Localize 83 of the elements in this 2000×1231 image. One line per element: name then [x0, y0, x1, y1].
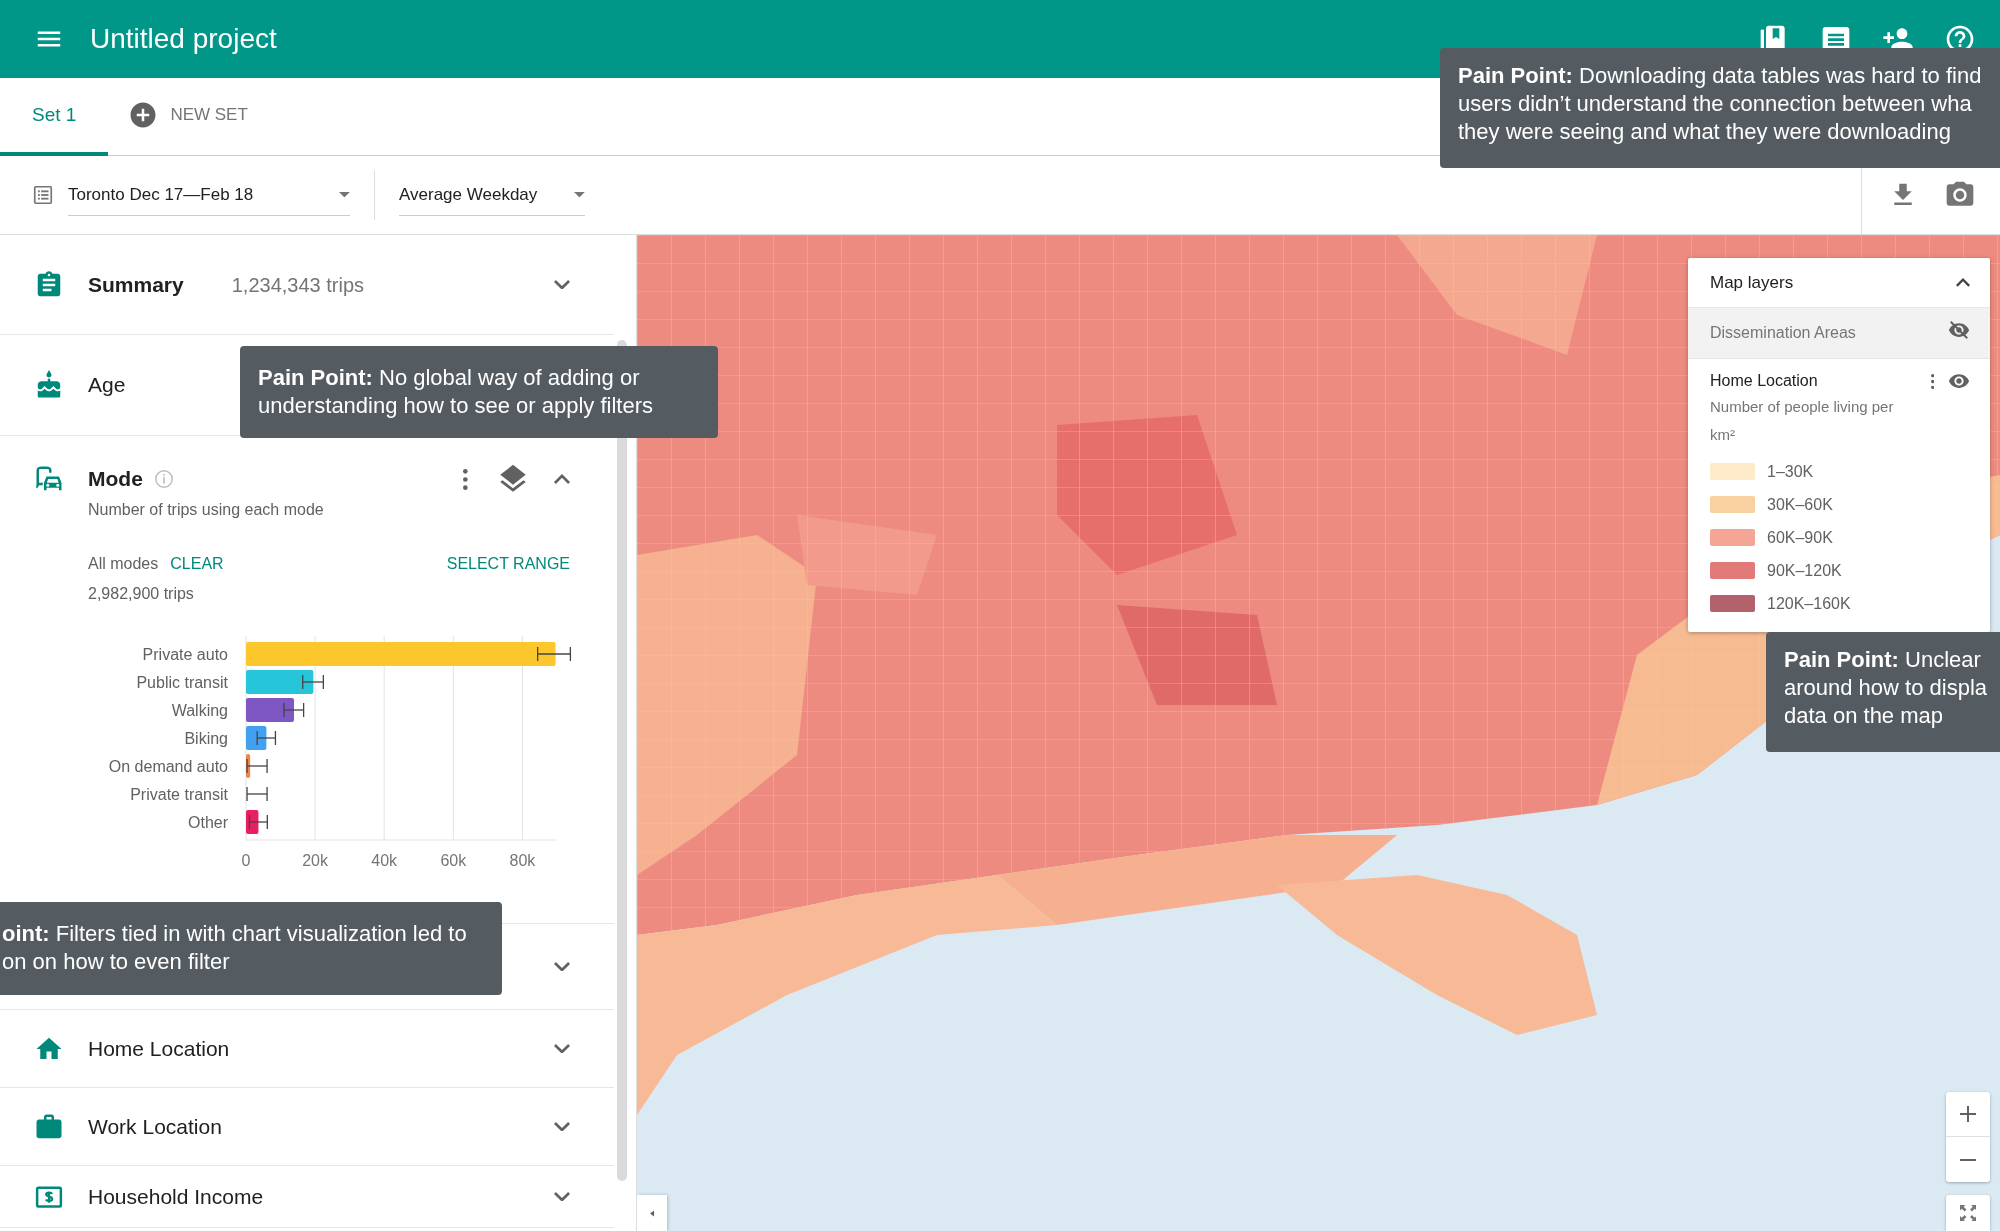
section-title: Mode	[88, 466, 143, 493]
visibility-toggle[interactable]	[1948, 318, 1970, 341]
chevron-up-icon	[554, 474, 570, 484]
error-bar	[246, 786, 268, 802]
plus-icon	[1960, 1106, 1976, 1122]
section-title: Home Location	[88, 1035, 230, 1062]
pain-point-tooltip: Pain Point: Downloading data tables was hard to find users didn’t understand the connection between wha they were seeing and what they were downloading	[1440, 48, 2000, 168]
axis-tick-label: 0	[241, 852, 251, 869]
project-title: Untitled project	[90, 22, 277, 56]
bar	[246, 670, 314, 694]
axis-tick-label: 40k	[371, 852, 398, 869]
vertical-dots-icon	[463, 468, 468, 490]
axis-tick-label: 80k	[509, 852, 536, 869]
chevron-down-icon	[554, 961, 570, 972]
section-title: Summary	[88, 271, 184, 298]
more-options-button[interactable]	[463, 468, 468, 490]
vertical-dots-icon	[1930, 373, 1934, 389]
collapse-button[interactable]	[1956, 278, 1970, 287]
bar	[246, 726, 267, 750]
error-bar	[246, 758, 268, 774]
layer-name: Home Location	[1710, 371, 1818, 391]
legend-label: 120K–160K	[1767, 593, 1851, 614]
layer-description: Number of people living per km²	[1710, 397, 1895, 445]
category-label: Walking	[171, 702, 228, 719]
section-title: Household Income	[88, 1183, 264, 1210]
expand-button[interactable]	[554, 279, 570, 290]
dropdown-caret-icon	[339, 191, 350, 198]
bar	[246, 698, 294, 722]
expand-button[interactable]	[554, 961, 570, 972]
select-range-button[interactable]: SELECT RANGE	[446, 552, 570, 576]
chevron-down-icon	[554, 1043, 570, 1054]
chevron-down-icon	[554, 1191, 570, 1202]
legend-label: 30K–60K	[1767, 494, 1833, 515]
eye-off-icon	[1948, 318, 1970, 341]
section-subtitle: Number of trips using each mode	[88, 500, 325, 520]
fullscreen-icon	[1959, 1204, 1977, 1222]
section-title: Work Location	[88, 1113, 222, 1140]
error-bar	[302, 674, 324, 690]
category-label: Private auto	[142, 646, 228, 663]
chevron-down-icon	[554, 1121, 570, 1132]
pain-point-tooltip: oint: Filters tied in with chart visualization led to on on how to even filter	[0, 902, 502, 995]
info-icon	[152, 468, 175, 490]
chevron-up-icon	[1956, 278, 1970, 287]
legend-label: 1–30K	[1767, 461, 1814, 482]
legend-label: 90K–120K	[1767, 560, 1842, 581]
pain-point-tooltip: Pain Point: Unclear around how to displa data on the map	[1766, 632, 2000, 752]
category-label: Biking	[184, 730, 228, 747]
error-bar	[283, 702, 305, 718]
expand-button[interactable]	[554, 1121, 570, 1132]
trip-count: 1,234,343 trips	[231, 272, 365, 298]
dropdown-caret-icon	[574, 191, 585, 198]
collapse-button[interactable]	[554, 474, 570, 484]
dataset-dropdown[interactable]: Toronto Dec 17—Feb 18	[68, 173, 350, 217]
pain-point-tooltip: Pain Point: No global way of adding or understanding how to see or apply filters	[240, 346, 718, 438]
clear-button[interactable]: CLEAR	[170, 552, 224, 576]
more-options-button[interactable]	[1930, 373, 1934, 389]
category-label: Public transit	[136, 674, 228, 691]
chevron-down-icon	[554, 279, 570, 290]
new-set-button[interactable]: NEW SET	[108, 78, 280, 156]
left-triangle-icon	[649, 1209, 655, 1217]
day-type-dropdown[interactable]: Average Weekday	[399, 173, 585, 217]
layer-name: Dissemination Areas	[1710, 323, 1856, 343]
layers-title: Map layers	[1710, 271, 1794, 294]
category-label: On demand auto	[108, 758, 228, 775]
category-label: Other	[188, 814, 228, 831]
fullscreen-button[interactable]	[1946, 1195, 1990, 1231]
error-bar	[248, 814, 268, 830]
set-tab[interactable]: Set 1	[0, 78, 109, 156]
expand-button[interactable]	[554, 1191, 570, 1202]
error-bar	[256, 730, 277, 746]
expand-button[interactable]	[554, 1043, 570, 1054]
bar	[246, 754, 251, 778]
legend-label: 60K–90K	[1767, 527, 1833, 548]
list-icon	[32, 184, 54, 206]
error-bar	[537, 646, 572, 662]
trip-total: 2,982,900 trips	[88, 584, 195, 604]
section-title: Age	[88, 372, 126, 399]
filter-label: All modes	[88, 554, 159, 574]
axis-tick-label: 20k	[302, 852, 328, 869]
category-label: Private transit	[130, 786, 228, 803]
bar	[246, 810, 259, 834]
axis-tick-label: 60k	[440, 852, 467, 869]
minus-icon	[1960, 1158, 1976, 1161]
